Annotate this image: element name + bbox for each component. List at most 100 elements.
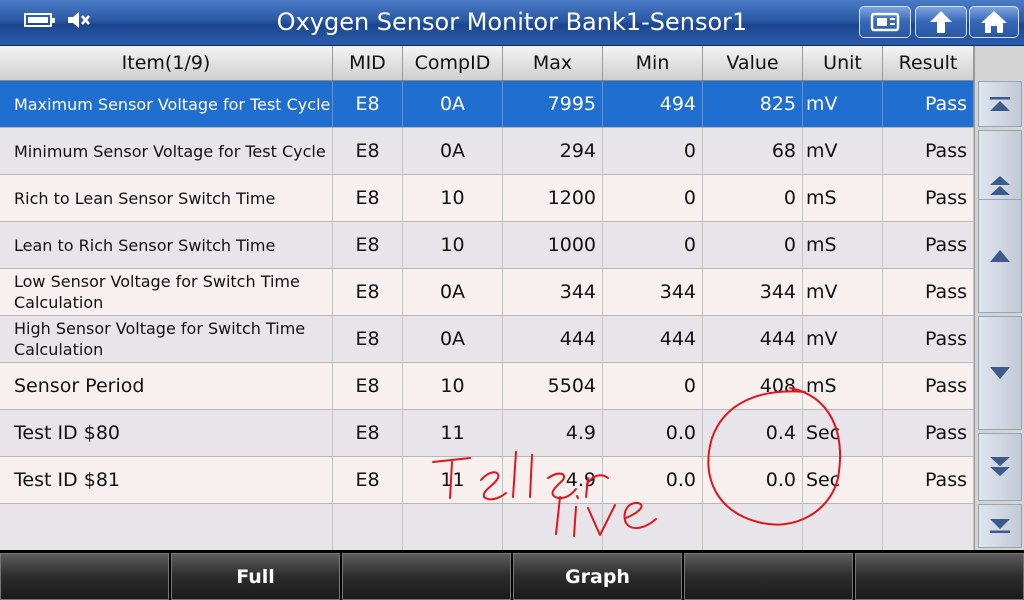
cell-result: Pass	[883, 269, 974, 315]
cell-max: 4.9	[503, 410, 603, 456]
cell-max: 294	[503, 128, 603, 174]
scrollbar[interactable]	[974, 46, 1024, 550]
function-button-1[interactable]	[0, 553, 169, 600]
cell-min: 0	[603, 363, 703, 409]
cell-unit: mV	[803, 81, 883, 127]
cell-compid: 0A	[403, 128, 503, 174]
column-header-result: Result	[883, 46, 974, 80]
cell-max: 1200	[503, 175, 603, 221]
cell-compid: 0A	[403, 81, 503, 127]
table-header: Item(1/9) MID CompID Max Min Value Unit …	[0, 46, 974, 81]
cell-min: 0	[603, 222, 703, 268]
table-row[interactable]: Sensor Period E8 10 5504 0 408 mS Pass	[0, 363, 974, 410]
cell-mid: E8	[333, 222, 403, 268]
table-row[interactable]: High Sensor Voltage for Switch Time Calc…	[0, 316, 974, 363]
cell-value	[703, 504, 803, 550]
cell-item: Low Sensor Voltage for Switch Time Calcu…	[0, 269, 333, 315]
page-up-icon	[990, 176, 1010, 195]
cell-item: Test ID $80	[0, 410, 333, 456]
cell-max: 1000	[503, 222, 603, 268]
graph-button[interactable]: Graph	[513, 553, 682, 600]
cell-result: Pass	[883, 316, 974, 362]
cell-min: 0.0	[603, 457, 703, 503]
column-header-value: Value	[703, 46, 803, 80]
cell-unit: mV	[803, 269, 883, 315]
cell-value: 444	[703, 316, 803, 362]
column-header-max: Max	[503, 46, 603, 80]
cell-compid: 10	[403, 175, 503, 221]
cell-item: Lean to Rich Sensor Switch Time	[0, 222, 333, 268]
line-down-button[interactable]	[978, 316, 1022, 430]
results-table: Item(1/9) MID CompID Max Min Value Unit …	[0, 46, 974, 551]
table-row[interactable]: Test ID $80 E8 11 4.9 0.0 0.4 Sec Pass	[0, 410, 974, 457]
cell-item: Maximum Sensor Voltage for Test Cycle	[0, 81, 333, 127]
cell-mid: E8	[333, 269, 403, 315]
cell-min	[603, 504, 703, 550]
table-row[interactable]: Low Sensor Voltage for Switch Time Calcu…	[0, 269, 974, 316]
home-button[interactable]	[969, 6, 1019, 38]
cell-unit	[803, 504, 883, 550]
column-header-min: Min	[603, 46, 703, 80]
table-row[interactable]: Lean to Rich Sensor Switch Time E8 10 1000 0…	[0, 222, 974, 269]
cell-value: 344	[703, 269, 803, 315]
cell-item: Sensor Period	[0, 363, 333, 409]
back-icon	[930, 11, 952, 33]
cell-min: 0	[603, 175, 703, 221]
full-button[interactable]: Full	[171, 553, 340, 600]
cell-result: Pass	[883, 128, 974, 174]
print-icon	[870, 12, 900, 32]
cell-min: 0	[603, 128, 703, 174]
function-bar: Full Graph	[0, 550, 1024, 600]
cell-result	[883, 504, 974, 550]
cell-compid: 10	[403, 222, 503, 268]
table-row[interactable]	[0, 504, 974, 551]
cell-result: Pass	[883, 175, 974, 221]
cell-min: 494	[603, 81, 703, 127]
column-header-compid: CompID	[403, 46, 503, 80]
title-bar: Oxygen Sensor Monitor Bank1-Sensor1	[0, 0, 1024, 46]
cell-max: 7995	[503, 81, 603, 127]
cell-result: Pass	[883, 222, 974, 268]
table-row[interactable]: Test ID $81 E8 11 4.9 0.0 0.0 Sec Pass	[0, 457, 974, 504]
table-row[interactable]: Rich to Lean Sensor Switch Time E8 10 1200 0…	[0, 175, 974, 222]
table-row[interactable]: Maximum Sensor Voltage for Test Cycle E8 0…	[0, 81, 974, 128]
print-button[interactable]	[859, 6, 911, 38]
cell-compid: 0A	[403, 269, 503, 315]
function-button-3[interactable]	[342, 553, 511, 600]
cell-mid: E8	[333, 316, 403, 362]
column-header-mid: MID	[333, 46, 403, 80]
cell-unit: mV	[803, 316, 883, 362]
cell-mid: E8	[333, 81, 403, 127]
line-up-button[interactable]	[978, 199, 1022, 313]
function-button-5[interactable]	[684, 553, 853, 600]
cell-result: Pass	[883, 457, 974, 503]
line-up-icon	[990, 250, 1010, 262]
function-button-6[interactable]	[855, 553, 1024, 600]
cell-value: 825	[703, 81, 803, 127]
cell-max: 444	[503, 316, 603, 362]
cell-value: 0	[703, 222, 803, 268]
cell-max	[503, 504, 603, 550]
cell-result: Pass	[883, 410, 974, 456]
cell-item: Minimum Sensor Voltage for Test Cycle	[0, 128, 333, 174]
column-header-unit: Unit	[803, 46, 883, 80]
back-button[interactable]	[915, 6, 967, 38]
cell-result: Pass	[883, 81, 974, 127]
scroll-bottom-button[interactable]	[978, 504, 1022, 548]
cell-item: High Sensor Voltage for Switch Time Calc…	[0, 316, 333, 362]
cell-value: 0.0	[703, 457, 803, 503]
cell-value: 68	[703, 128, 803, 174]
table-row[interactable]: Minimum Sensor Voltage for Test Cycle E8 0…	[0, 128, 974, 175]
page-down-button[interactable]	[978, 433, 1022, 501]
scroll-top-button[interactable]	[978, 81, 1022, 127]
cell-result: Pass	[883, 363, 974, 409]
home-icon	[981, 11, 1007, 33]
cell-compid: 0A	[403, 316, 503, 362]
cell-mid: E8	[333, 128, 403, 174]
cell-min: 0.0	[603, 410, 703, 456]
cell-mid: E8	[333, 410, 403, 456]
cell-compid	[403, 504, 503, 550]
cell-unit: mS	[803, 363, 883, 409]
cell-min: 444	[603, 316, 703, 362]
cell-unit: Sec	[803, 410, 883, 456]
